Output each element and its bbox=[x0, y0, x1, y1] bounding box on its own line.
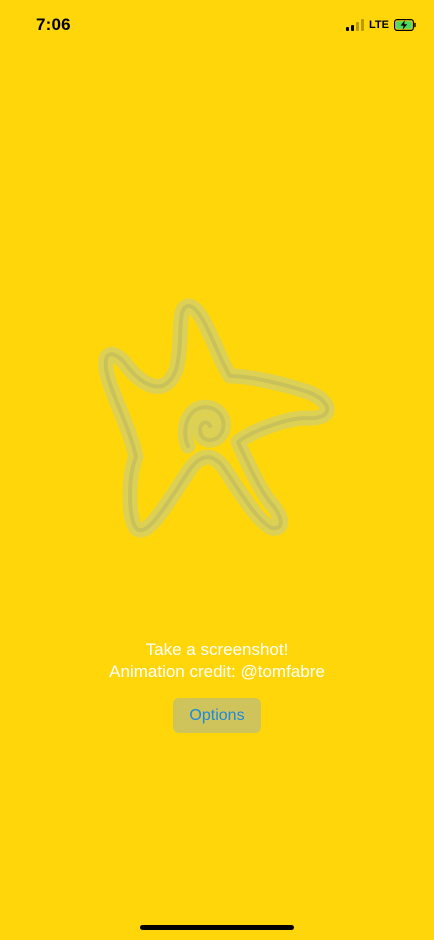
animation-credit-text: Animation credit: @tomfabre bbox=[109, 662, 325, 681]
cellular-signal-icon bbox=[346, 19, 365, 31]
options-button[interactable]: Options bbox=[173, 698, 261, 733]
network-type-label: LTE bbox=[369, 19, 389, 31]
starfish-icon bbox=[98, 298, 335, 538]
home-indicator[interactable] bbox=[140, 925, 294, 930]
status-bar: 7:06 LTE bbox=[0, 0, 434, 54]
status-time: 7:06 bbox=[36, 15, 71, 34]
screenshot-prompt-text: Take a screenshot! bbox=[145, 640, 289, 659]
status-indicators: LTE bbox=[346, 17, 416, 33]
battery-charging-icon bbox=[394, 19, 416, 31]
app-screen: 7:06 LTE Take a screenshot! Animation cr… bbox=[0, 0, 434, 940]
